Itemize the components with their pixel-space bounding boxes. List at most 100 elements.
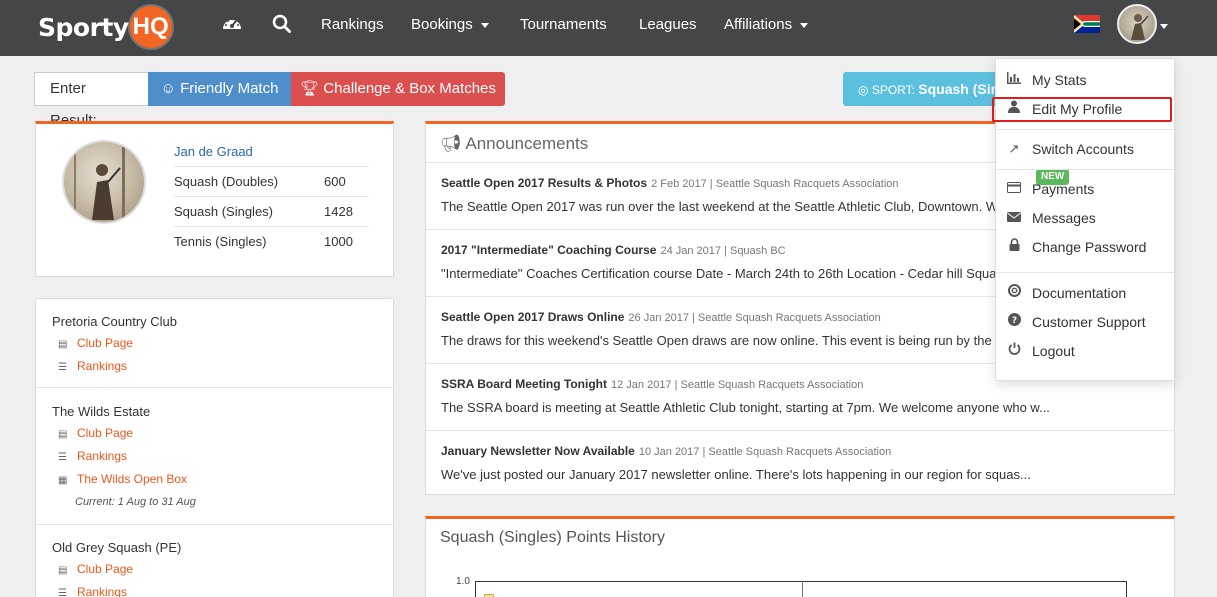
chevron-down-icon[interactable] <box>1160 24 1168 29</box>
rating-value: 1428 <box>324 204 353 219</box>
club-name: Old Grey Squash (PE) <box>52 540 182 555</box>
menu-item-logout[interactable]: Logout <box>996 338 1174 364</box>
menu-item-payments[interactable]: Payments <box>996 176 1174 202</box>
announcement-title: 2017 "Intermediate" Coaching Course <box>441 243 657 257</box>
menu-item-messages[interactable]: Messages <box>996 205 1174 231</box>
rating-sport: Squash (Doubles) <box>174 174 279 189</box>
friendly-match-button[interactable]: ☺ Friendly Match <box>148 72 291 106</box>
profile-avatar[interactable] <box>62 140 146 224</box>
announcement-body: The draws for this weekend's Seattle Ope… <box>441 333 1036 348</box>
announcement-body: The SSRA board is meeting at Seattle Ath… <box>441 400 1050 415</box>
club-page-link[interactable]: ▤ Club Page <box>58 426 133 440</box>
menu-item-documentation[interactable]: Documentation <box>996 280 1174 306</box>
announcement-body: We've just posted our January 2017 newsl… <box>441 467 1031 482</box>
top-navbar: Sporty HQ Rankings Bookings Tournaments … <box>0 0 1217 56</box>
club-rankings-link[interactable]: ☰ Rankings <box>58 585 127 597</box>
nav-affiliations-label: Affiliations <box>724 16 793 33</box>
nav-rankings[interactable]: Rankings <box>321 16 384 33</box>
box-league-label: The Wilds Open Box <box>77 472 188 486</box>
announcement-item[interactable]: January Newsletter Now Available 10 Jan 2… <box>426 430 1175 497</box>
announcement-meta: 12 Jan 2017 | Seattle Squash Racquets As… <box>611 379 864 391</box>
building-icon: ▤ <box>58 429 68 440</box>
search-icon[interactable] <box>272 14 291 39</box>
clubs-panel: Pretoria Country Club ▤ Club Page ☰ Rankin… <box>35 298 394 597</box>
bullhorn-icon: 📢︎ <box>440 134 462 153</box>
announcement-body: The Seattle Open 2017 was run over the l… <box>441 199 1042 214</box>
enter-result-label: Enter Result: <box>34 72 148 129</box>
announcement-body: "Intermediate" Coaches Certification cou… <box>441 266 1041 281</box>
rankings-label: Rankings <box>77 585 128 597</box>
user-avatar[interactable] <box>1117 4 1157 44</box>
menu-divider <box>996 272 1174 273</box>
logo-text: Sporty <box>38 12 129 42</box>
nav-tournaments[interactable]: Tournaments <box>520 16 607 33</box>
nav-bookings-label: Bookings <box>411 16 473 33</box>
menu-label: My Stats <box>1032 72 1087 88</box>
announcement-header: Seattle Open 2017 Results & Photos 2 Feb … <box>441 176 899 190</box>
sportyhq-logo[interactable]: Sporty HQ <box>38 6 172 48</box>
box-current-dates: Current: 1 Aug to 31 Aug <box>75 496 196 508</box>
club-page-link[interactable]: ▤ Club Page <box>58 336 133 350</box>
rating-row: Squash (Singles) 1428 <box>174 196 369 226</box>
club-page-label: Club Page <box>77 336 134 350</box>
lifebuoy-icon <box>1005 280 1023 306</box>
menu-label: Logout <box>1032 343 1075 359</box>
club-page-link[interactable]: ▤ Club Page <box>58 562 133 576</box>
chevron-down-icon <box>480 22 489 28</box>
lock-icon <box>1005 234 1023 260</box>
trophy-icon: 🏆︎ <box>300 80 320 97</box>
edit-profile-highlight-box <box>992 97 1172 122</box>
menu-label: Change Password <box>1032 239 1147 255</box>
bar-chart-icon <box>1005 67 1023 93</box>
south-africa-flag-icon[interactable] <box>1074 15 1100 33</box>
list-ordered-icon: ☰ <box>58 588 67 597</box>
rating-value: 1000 <box>324 234 353 249</box>
club-divider <box>36 524 393 525</box>
announcements-title: Announcements <box>465 134 589 153</box>
club-name: Pretoria Country Club <box>52 314 177 329</box>
rating-sport: Squash (Singles) <box>174 204 273 219</box>
announcement-header: January Newsletter Now Available 10 Jan 2… <box>441 444 891 458</box>
menu-item-switch-accounts[interactable]: ↗ Switch Accounts NEW <box>996 136 1174 185</box>
chart-y-tick-label: 1.0 <box>456 576 470 587</box>
power-icon <box>1005 338 1023 364</box>
points-history-title: Squash (Singles) Points History <box>440 529 665 546</box>
credit-card-icon <box>1005 176 1023 202</box>
box-league-link[interactable]: ▦ The Wilds Open Box <box>58 472 187 486</box>
building-icon: ▤ <box>58 565 68 576</box>
rankings-label: Rankings <box>77 359 128 373</box>
building-icon: ▤ <box>58 339 68 350</box>
menu-label: Documentation <box>1032 285 1127 301</box>
club-rankings-link[interactable]: ☰ Rankings <box>58 359 127 373</box>
announcement-header: Seattle Open 2017 Draws Online 26 Jan 201… <box>441 310 881 324</box>
announcement-title: SSRA Board Meeting Tonight <box>441 377 607 391</box>
challenge-box-matches-button[interactable]: 🏆︎ Challenge & Box Matches <box>291 72 505 106</box>
logo-badge: HQ <box>129 6 172 48</box>
sport-value: Squash (Singles) <box>918 81 1003 97</box>
nav-affiliations[interactable]: Affiliations <box>724 16 809 33</box>
club-page-label: Club Page <box>77 562 134 576</box>
list-ordered-icon: ☰ <box>58 452 67 463</box>
menu-item-my-stats[interactable]: My Stats <box>996 67 1174 93</box>
chevron-down-icon <box>800 22 809 28</box>
rating-row: Squash (Doubles) 600 <box>174 166 369 196</box>
club-page-label: Club Page <box>77 426 134 440</box>
rankings-label: Rankings <box>77 449 128 463</box>
menu-item-customer-support[interactable]: ? Customer Support <box>996 309 1174 335</box>
dashboard-icon[interactable] <box>221 14 243 39</box>
menu-item-change-password[interactable]: Change Password <box>996 234 1174 260</box>
switch-icon: ↗ <box>1008 141 1020 156</box>
rating-row: Tennis (Singles) 1000 <box>174 226 369 256</box>
rating-sport: Tennis (Singles) <box>174 234 267 249</box>
nav-leagues[interactable]: Leagues <box>639 16 697 33</box>
menu-divider <box>996 129 1174 130</box>
friendly-match-label: Friendly Match <box>180 80 279 97</box>
profile-name-link[interactable]: Jan de Graad <box>174 144 253 159</box>
nav-bookings[interactable]: Bookings <box>411 16 489 33</box>
sport-selector-button[interactable]: ◎ SPORT: Squash (Singles) <box>843 72 1003 106</box>
rating-value: 600 <box>324 174 346 189</box>
announcement-title: January Newsletter Now Available <box>441 444 635 458</box>
announcement-header: 2017 "Intermediate" Coaching Course 24 Ja… <box>441 243 786 257</box>
club-divider <box>36 387 393 388</box>
club-rankings-link[interactable]: ☰ Rankings <box>58 449 127 463</box>
